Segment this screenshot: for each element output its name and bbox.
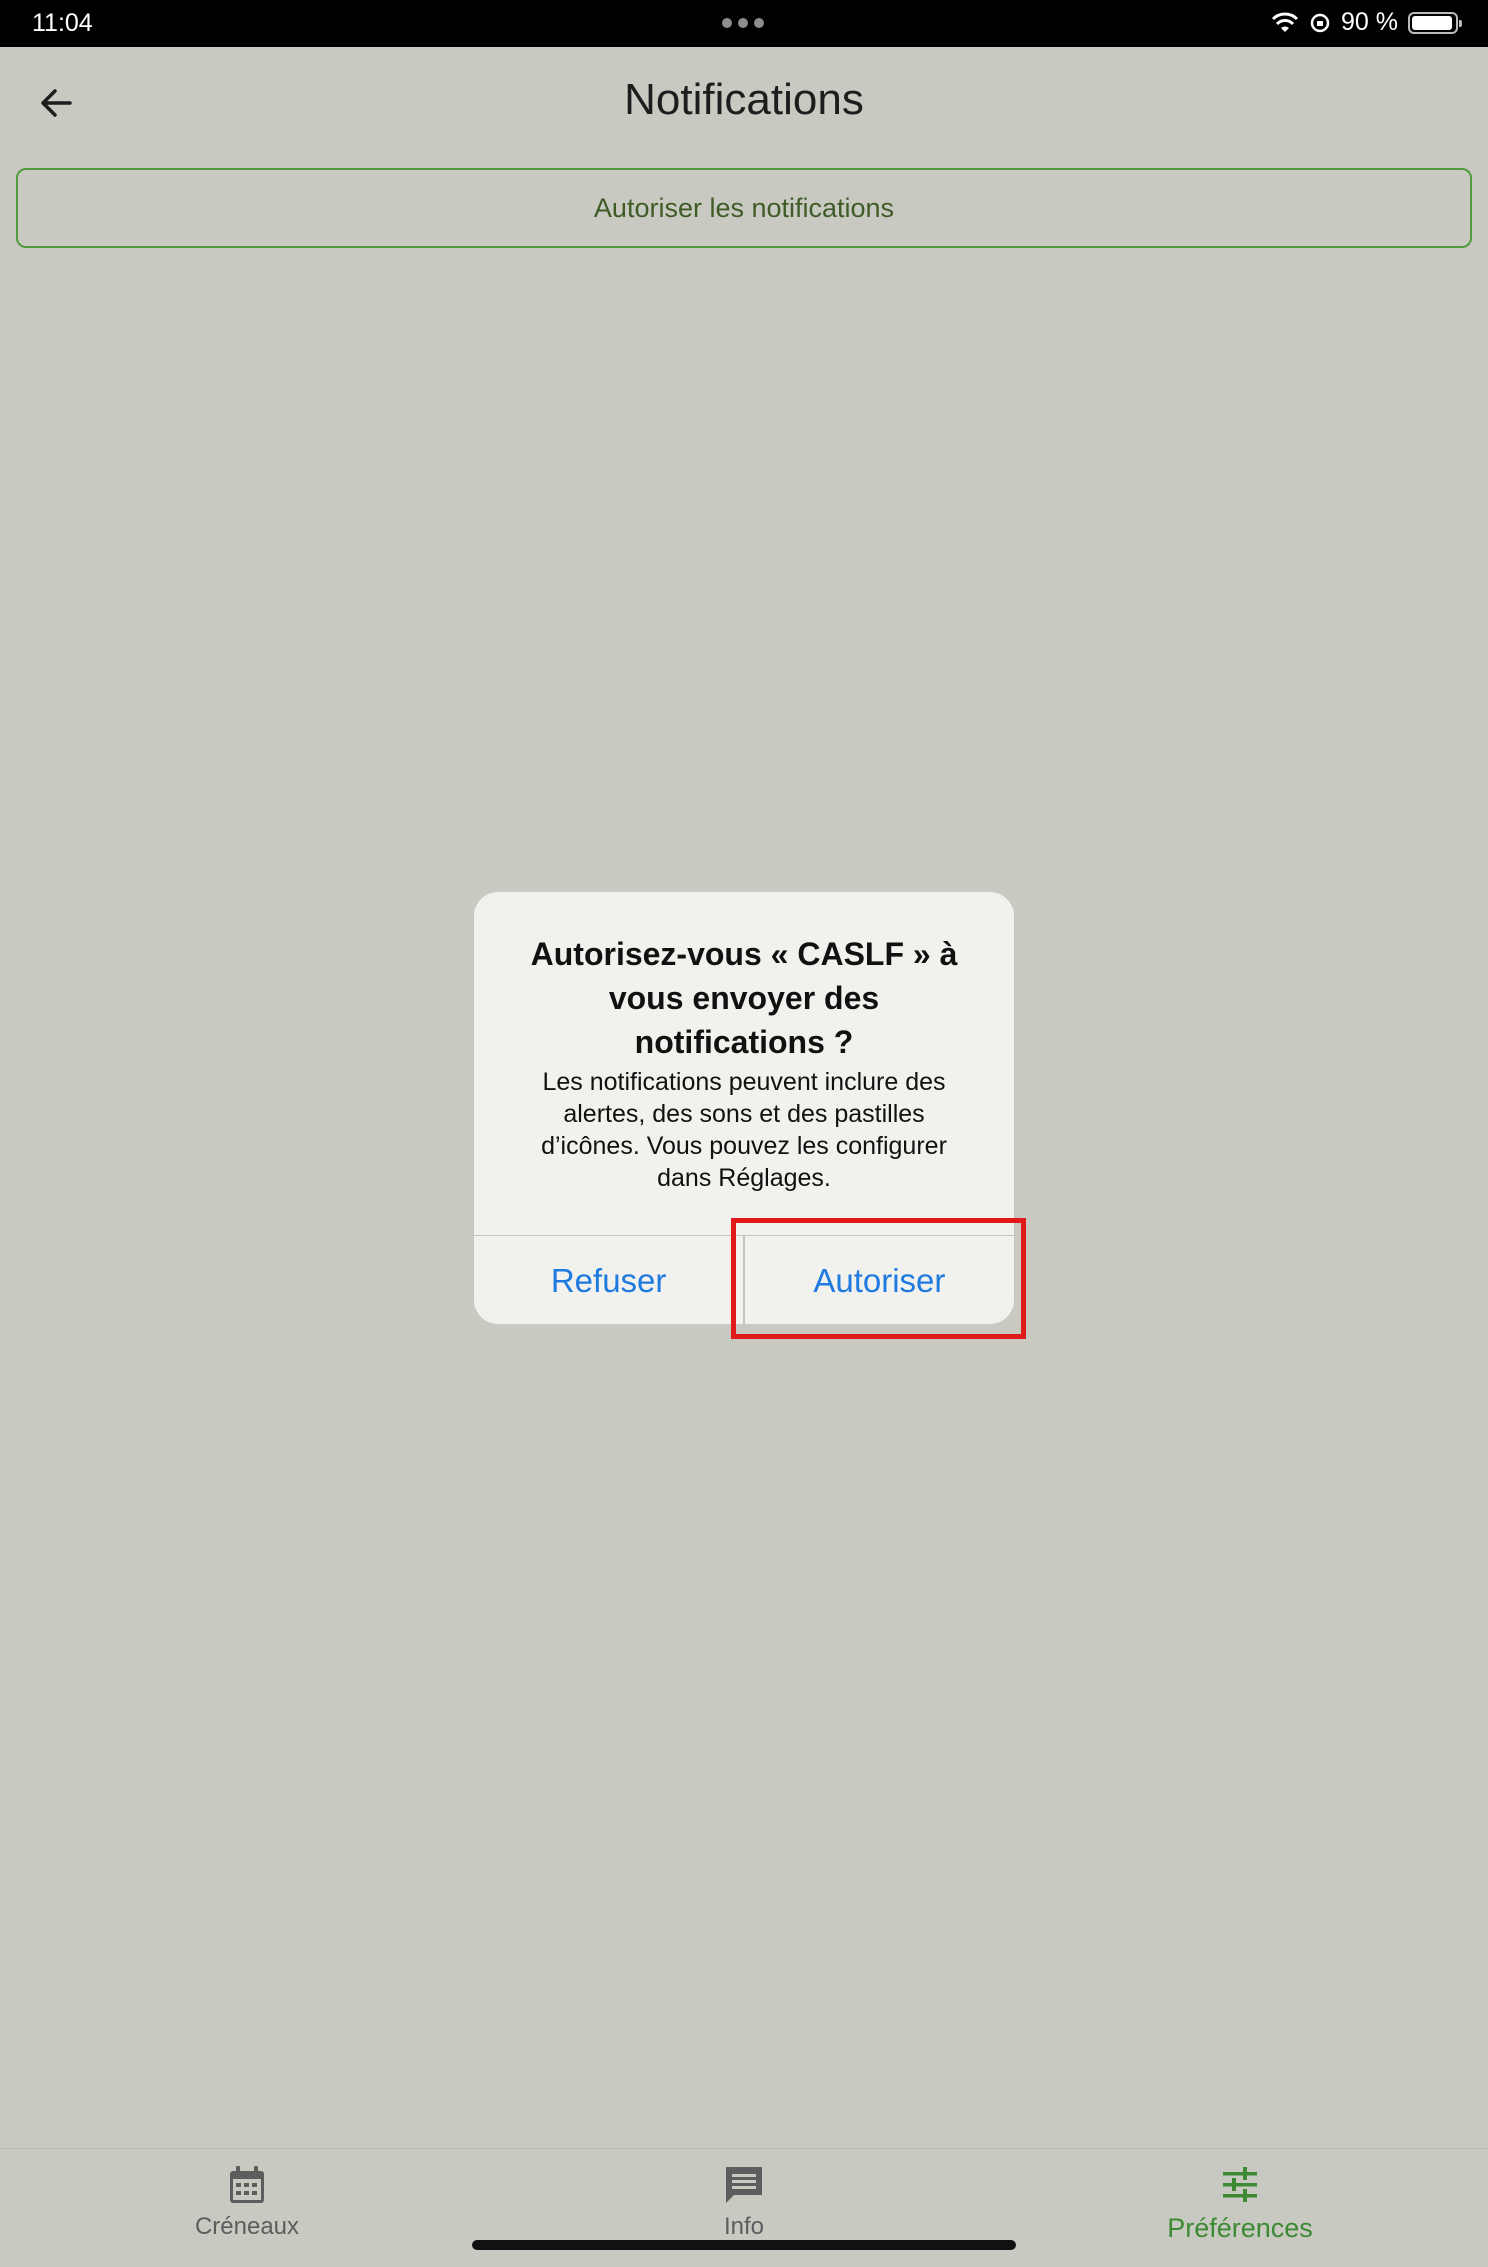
highlight-box	[731, 1218, 1026, 1339]
refuse-button[interactable]: Refuser	[474, 1236, 743, 1324]
sliders-icon	[1223, 2167, 1257, 2202]
calendar-icon	[230, 2166, 264, 2203]
allow-notifications-button[interactable]: Autoriser les notifications	[16, 168, 1472, 248]
battery-icon	[1408, 11, 1462, 34]
message-icon	[726, 2167, 762, 2203]
dialog-title: Autorisez-vous « CASLF » à vous envoyer …	[530, 936, 958, 1060]
nav-label-info: Info	[723, 2213, 765, 2240]
status-right: 90 %	[1271, 8, 1462, 37]
nav-label-creneaux: Créneaux	[194, 2213, 300, 2240]
status-time: 11:04	[32, 9, 93, 37]
nav-item-info[interactable]: Info	[624, 2163, 864, 2241]
wifi-icon	[1271, 12, 1299, 32]
status-bar: 11:04 90 %	[0, 0, 1488, 47]
home-indicator[interactable]	[472, 2240, 1016, 2250]
rotation-lock-icon	[1310, 13, 1330, 32]
multitasking-dots-icon[interactable]	[722, 18, 764, 28]
dialog-message: Les notifications peuvent inclure des al…	[541, 1068, 947, 1192]
page-title: Notifications	[624, 75, 864, 124]
nav-item-preferences[interactable]: Préférences	[1120, 2163, 1360, 2244]
battery-percent: 90 %	[1341, 8, 1398, 36]
nav-label-preferences: Préférences	[1167, 2213, 1313, 2243]
nav-item-creneaux[interactable]: Créneaux	[127, 2163, 367, 2241]
